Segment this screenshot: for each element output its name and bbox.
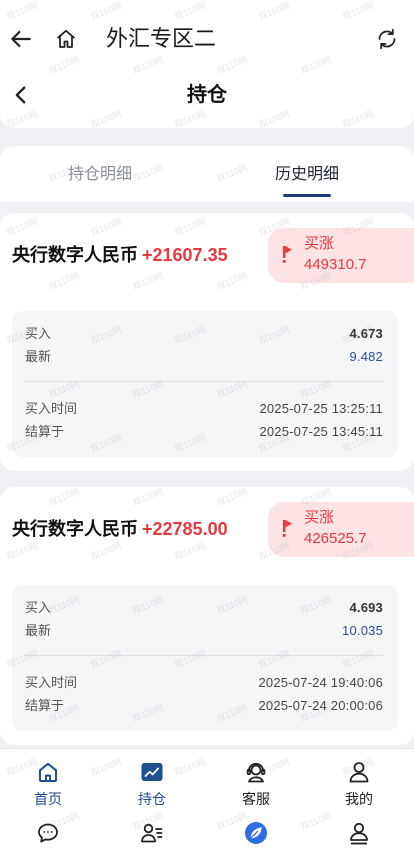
discover-icon <box>245 822 267 844</box>
position-title: 央行数字人民币 +22785.00 <box>12 518 228 540</box>
settle-time-label: 结算于 <box>25 424 65 439</box>
direction-badge: 买涨 426525.7 <box>268 502 414 557</box>
position-card[interactable]: 央行数字人民币 +22785.00 买涨 426525.7 买入 4.693 最新… <box>0 487 414 745</box>
buy-price-label: 买入 <box>25 600 52 615</box>
settle-time-value: 2025-07-24 20:00:06 <box>258 698 383 713</box>
detail-row-settle-time: 结算于 2025-07-25 13:45:11 <box>25 423 383 441</box>
buy-price-label: 买入 <box>25 326 52 341</box>
direction-label: 买涨 <box>304 509 335 526</box>
direction-label: 买涨 <box>304 235 335 252</box>
buy-time-value: 2025-07-25 13:25:11 <box>259 401 383 416</box>
bottom-nav: 首页 持仓 客服 我的 <box>0 748 414 855</box>
profit-value: +22785.00 <box>142 519 228 539</box>
buy-price-value: 4.693 <box>349 600 383 615</box>
back-button[interactable] <box>8 26 34 52</box>
tab-holding-details[interactable]: 持仓明细 <box>0 164 200 186</box>
contacts-icon <box>141 823 163 843</box>
detail-box: 买入 4.673 最新 9.482 买入时间 2025-07-25 13:25:… <box>12 311 398 457</box>
nav-item-profile[interactable] <box>309 749 409 845</box>
detail-divider <box>25 655 383 656</box>
buy-time-label: 买入时间 <box>25 401 78 416</box>
chat-icon <box>38 823 58 843</box>
buy-price-value: 4.673 <box>349 326 383 341</box>
flag-up-icon <box>282 520 292 537</box>
browser-title: 外汇专区二 <box>106 26 217 51</box>
buy-time-value: 2025-07-24 19:40:06 <box>258 675 383 690</box>
settle-time-label: 结算于 <box>25 698 65 713</box>
latest-price-value: 10.035 <box>342 623 383 638</box>
profit-value: +21607.35 <box>142 245 228 265</box>
home-button[interactable] <box>54 27 78 51</box>
detail-row-latest-price: 最新 10.035 <box>25 622 383 640</box>
instrument-name: 央行数字人民币 <box>12 519 138 539</box>
flag-up-icon <box>282 246 292 263</box>
direction-badge: 买涨 449310.7 <box>268 228 414 283</box>
active-tab-indicator <box>283 194 331 197</box>
instrument-name: 央行数字人民币 <box>12 245 138 265</box>
detail-row-buy-price: 买入 4.673 <box>25 325 383 343</box>
detail-row-latest-price: 最新 9.482 <box>25 348 383 366</box>
home-icon <box>56 29 76 48</box>
arrow-left-icon <box>11 30 31 48</box>
nav-item-messages[interactable] <box>0 749 98 843</box>
tab-bar: 持仓明细 历史明细 <box>0 146 414 202</box>
refresh-icon <box>378 28 396 50</box>
position-card[interactable]: 央行数字人民币 +21607.35 买涨 449310.7 买入 4.673 最新… <box>0 213 414 471</box>
detail-row-buy-price: 买入 4.693 <box>25 599 383 617</box>
nav-item-discover[interactable] <box>206 749 306 844</box>
position-amount: 426525.7 <box>304 530 367 547</box>
detail-row-buy-time: 买入时间 2025-07-25 13:25:11 <box>25 400 383 418</box>
refresh-button[interactable] <box>375 27 399 51</box>
detail-divider <box>25 381 383 382</box>
latest-price-label: 最新 <box>25 623 52 638</box>
detail-row-settle-time: 结算于 2025-07-24 20:00:06 <box>25 697 383 715</box>
user-icon <box>350 822 368 845</box>
page-title: 持仓 <box>187 84 227 106</box>
buy-time-label: 买入时间 <box>25 675 78 690</box>
latest-price-value: 9.482 <box>349 349 383 364</box>
tab-history-details[interactable]: 历史明细 <box>207 164 407 186</box>
settle-time-value: 2025-07-25 13:45:11 <box>259 424 383 439</box>
position-amount: 449310.7 <box>304 256 367 273</box>
latest-price-label: 最新 <box>25 349 52 364</box>
position-title: 央行数字人民币 +21607.35 <box>12 244 228 266</box>
detail-box: 买入 4.693 最新 10.035 买入时间 2025-07-24 19:40… <box>12 585 398 731</box>
top-panel: 外汇专区二 持仓 <box>0 0 414 128</box>
detail-row-buy-time: 买入时间 2025-07-24 19:40:06 <box>25 674 383 692</box>
nav-item-contacts[interactable] <box>102 749 202 843</box>
